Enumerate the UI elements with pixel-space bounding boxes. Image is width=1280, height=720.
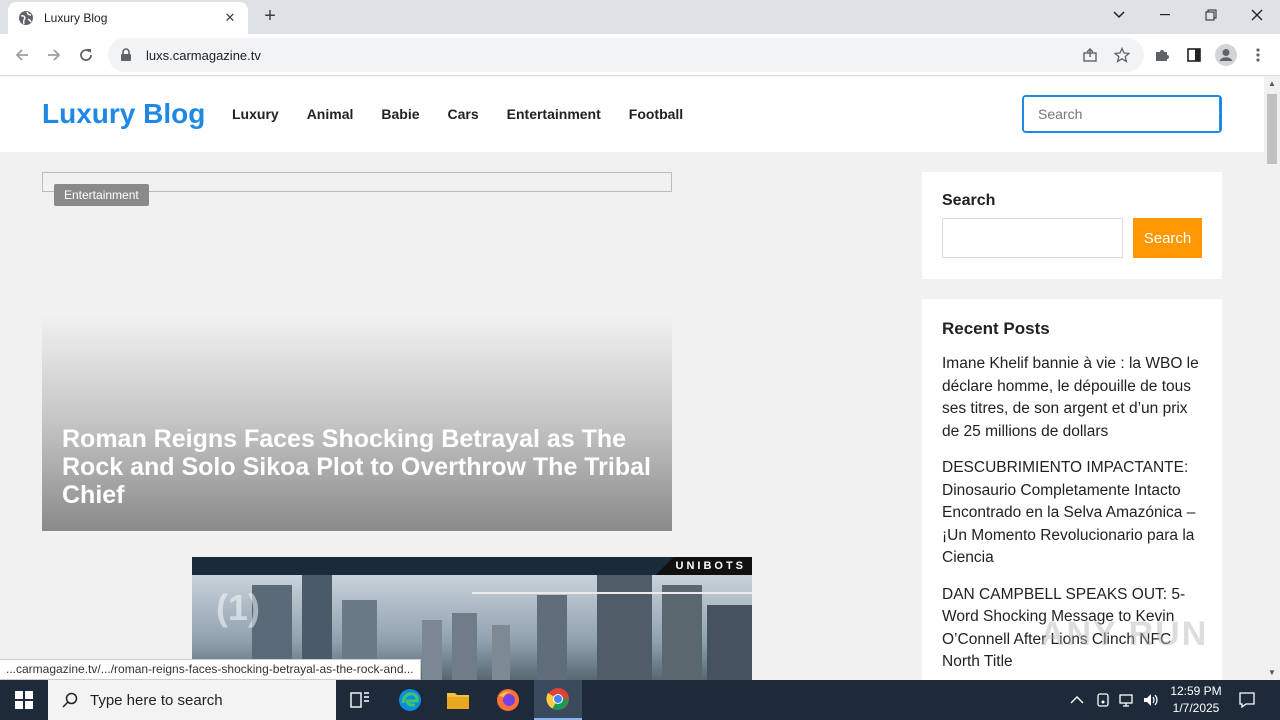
chrome-icon[interactable] — [534, 680, 582, 720]
system-clock[interactable]: 12:59 PM 1/7/2025 — [1164, 683, 1228, 717]
ad-label: UNIBOTS — [655, 557, 752, 575]
minimize-button[interactable] — [1142, 0, 1188, 30]
recent-post-link[interactable]: Imane Khelif bannie à vie : la WBO le dé… — [942, 353, 1202, 443]
windows-logo-icon — [15, 691, 33, 709]
network-icon[interactable] — [1118, 680, 1136, 720]
reload-button[interactable] — [74, 43, 98, 67]
profile-avatar-icon[interactable] — [1214, 43, 1238, 67]
address-bar[interactable]: luxs.carmagazine.tv — [108, 38, 1144, 72]
category-badge[interactable]: Entertainment — [54, 184, 149, 206]
task-view-icon[interactable] — [336, 680, 384, 720]
page-viewport: Luxury Blog Luxury Animal Babie Cars Ent… — [0, 77, 1264, 680]
start-button[interactable] — [0, 680, 48, 720]
device-icon[interactable] — [1095, 680, 1111, 720]
tab-search-icon[interactable] — [1096, 0, 1142, 30]
nav-babie[interactable]: Babie — [381, 106, 419, 122]
forward-button[interactable] — [42, 43, 66, 67]
sidebar-search-title: Search — [942, 192, 996, 209]
edge-browser-icon[interactable] — [386, 680, 434, 720]
file-explorer-icon[interactable] — [434, 680, 482, 720]
header-search — [1022, 95, 1222, 133]
recent-posts-title: Recent Posts — [942, 319, 1050, 338]
restore-button[interactable] — [1188, 0, 1234, 30]
search-icon — [1219, 111, 1220, 115]
taskbar: Type here to search 12:59 PM 1/7/2025 — [0, 680, 1280, 720]
clock-date: 1/7/2025 — [1172, 701, 1220, 715]
taskbar-search-placeholder: Type here to search — [90, 691, 223, 709]
side-panel-icon[interactable] — [1182, 43, 1206, 67]
page-scrollbar[interactable]: ▲ ▼ — [1264, 77, 1280, 680]
browser-toolbar: luxs.carmagazine.tv — [0, 34, 1280, 76]
nav-football[interactable]: Football — [629, 106, 683, 122]
header-search-input[interactable] — [1024, 97, 1219, 131]
show-hidden-icons[interactable] — [1070, 680, 1084, 720]
notification-icon[interactable] — [1238, 680, 1256, 720]
lock-icon — [120, 48, 134, 62]
featured-post-title[interactable]: Roman Reigns Faces Shocking Betrayal as … — [62, 425, 652, 509]
ad-counter: (1) — [216, 587, 260, 628]
extensions-icon[interactable] — [1150, 43, 1174, 67]
nav-entertainment[interactable]: Entertainment — [507, 106, 601, 122]
clock-time: 12:59 PM — [1170, 684, 1222, 698]
browser-tab[interactable]: Luxury Blog ✕ — [8, 2, 248, 34]
scroll-up-arrow-icon[interactable]: ▲ — [1264, 77, 1280, 91]
sidebar-search-widget: Search Search — [922, 172, 1222, 279]
share-icon[interactable] — [1078, 43, 1102, 67]
main-nav: Luxury Animal Babie Cars Entertainment F… — [232, 106, 711, 122]
new-tab-button[interactable]: + — [258, 5, 282, 29]
search-icon — [62, 692, 78, 708]
tab-strip: Luxury Blog ✕ + — [0, 0, 1280, 34]
tab-title: Luxury Blog — [44, 11, 108, 25]
sidebar-search-button[interactable]: Search — [1133, 218, 1202, 258]
menu-kebab-icon[interactable] — [1246, 43, 1270, 67]
scroll-down-arrow-icon[interactable]: ▼ — [1264, 666, 1280, 680]
nav-animal[interactable]: Animal — [307, 106, 354, 122]
bookmark-star-icon[interactable] — [1110, 43, 1134, 67]
featured-post[interactable]: Entertainment Roman Reigns Faces Shockin… — [42, 172, 672, 531]
back-button[interactable] — [10, 43, 34, 67]
scrollbar-thumb[interactable] — [1267, 94, 1277, 164]
site-logo[interactable]: Luxury Blog — [42, 98, 205, 130]
header-search-button[interactable] — [1219, 97, 1220, 131]
url-text: luxs.carmagazine.tv — [146, 47, 261, 63]
recent-post-link[interactable]: DESCUBRIMIENTO IMPACTANTE: Dinosaurio Co… — [942, 457, 1202, 570]
link-status-bar: ...carmagazine.tv/.../roman-reigns-faces… — [0, 659, 421, 680]
watermark: ANY RUN — [1040, 615, 1209, 653]
globe-icon — [18, 10, 34, 26]
sidebar-search-input[interactable] — [942, 218, 1123, 258]
close-window-button[interactable] — [1234, 0, 1280, 30]
site-header: Luxury Blog Luxury Animal Babie Cars Ent… — [0, 77, 1264, 152]
close-tab-icon[interactable]: ✕ — [222, 10, 238, 26]
firefox-icon[interactable] — [484, 680, 532, 720]
nav-cars[interactable]: Cars — [448, 106, 479, 122]
nav-luxury[interactable]: Luxury — [232, 106, 279, 122]
volume-icon[interactable] — [1142, 680, 1160, 720]
taskbar-search[interactable]: Type here to search — [48, 680, 336, 720]
